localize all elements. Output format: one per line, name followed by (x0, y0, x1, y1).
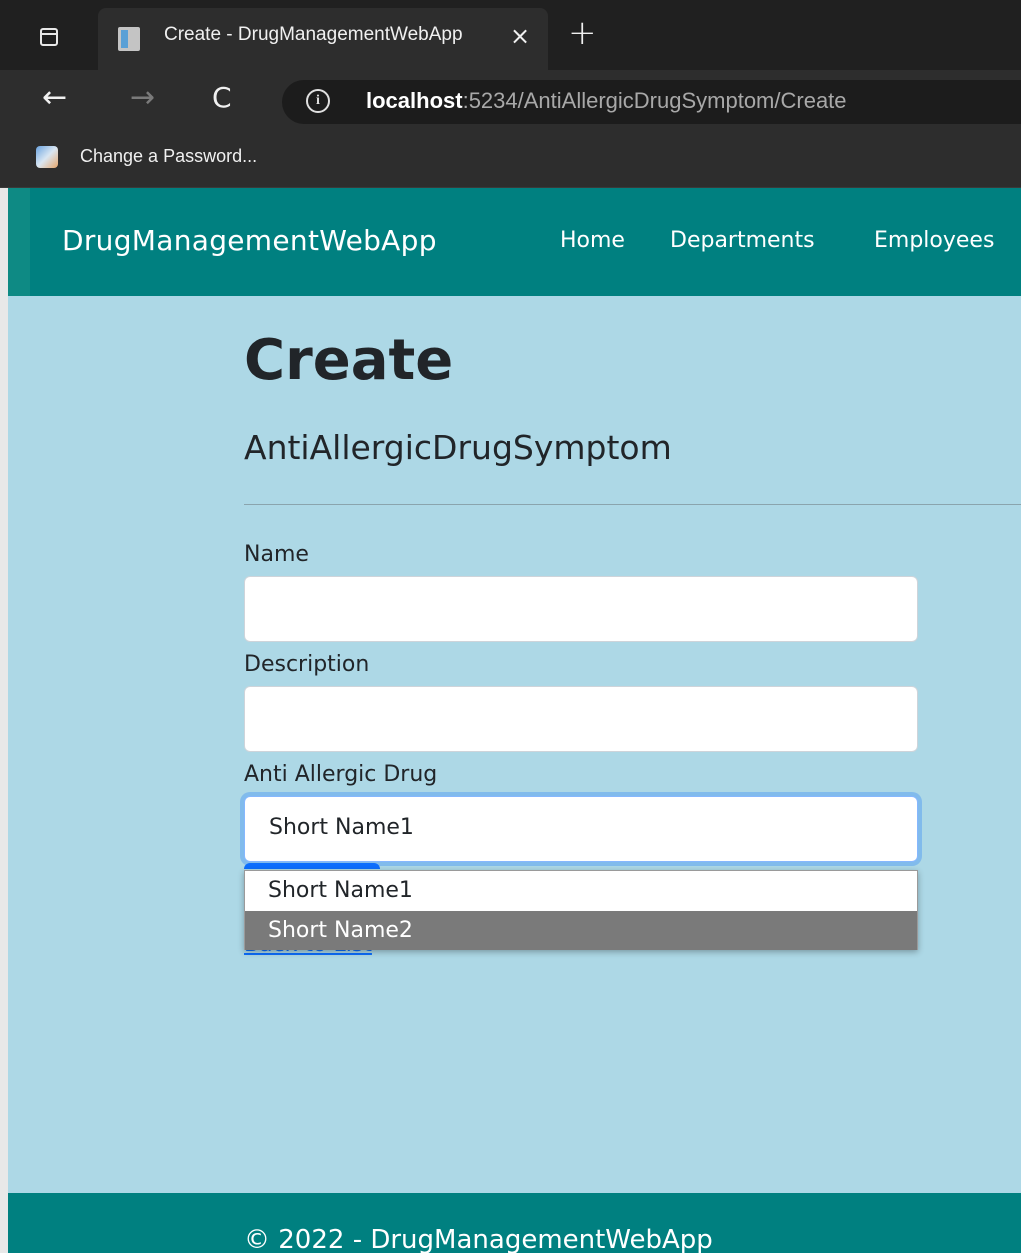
plus-icon[interactable]: + (568, 16, 597, 50)
info-icon[interactable]: i (306, 89, 330, 113)
site-footer: © 2022 - DrugManagementWebApp (8, 1193, 1021, 1253)
nav-departments[interactable]: Departments (670, 228, 815, 253)
url-path: :5234/AntiAllergicDrugSymptom/Create (462, 88, 847, 113)
select-dropdown-list: Short Name1 Short Name2 (244, 870, 918, 950)
tab-title: Create - DrugManagementWebApp (164, 24, 504, 46)
url-host: localhost (366, 88, 463, 113)
bookmarks-bar: Change a Password... (0, 130, 1021, 188)
name-input[interactable] (244, 576, 918, 642)
select-option[interactable]: Short Name1 (245, 871, 917, 910)
browser-tab[interactable]: Create - DrugManagementWebApp × (98, 8, 548, 70)
nav-employees[interactable]: Employees (874, 228, 994, 253)
anti-allergic-drug-label: Anti Allergic Drug (244, 762, 438, 787)
page-body: DrugManagementWebApp Home Departments Em… (0, 188, 1021, 1253)
site-header: DrugManagementWebApp Home Departments Em… (8, 188, 1021, 296)
description-input[interactable] (244, 686, 918, 752)
divider (244, 504, 1021, 505)
address-bar[interactable]: i localhost:5234/AntiAllergicDrugSymptom… (282, 80, 1021, 124)
bookmark-favicon-icon (36, 146, 58, 168)
page-favicon-icon (118, 27, 140, 51)
footer-copyright: © 2022 - DrugManagementWebApp (244, 1225, 713, 1253)
select-option-highlighted[interactable]: Short Name2 (245, 911, 917, 950)
select-value: Short Name1 (269, 815, 414, 840)
tab-actions-icon[interactable] (40, 28, 58, 46)
bookmark-change-password[interactable]: Change a Password... (80, 146, 257, 167)
nav-home[interactable]: Home (560, 228, 625, 253)
forward-arrow-icon[interactable]: → (130, 80, 155, 116)
close-icon[interactable]: × (510, 22, 530, 50)
reload-icon[interactable]: C (212, 80, 232, 116)
page-subtitle: AntiAllergicDrugSymptom (244, 428, 672, 467)
description-label: Description (244, 652, 370, 677)
create-button[interactable] (244, 863, 380, 869)
anti-allergic-drug-select[interactable]: Short Name1 (244, 796, 918, 862)
brand-link[interactable]: DrugManagementWebApp (62, 224, 437, 257)
name-label: Name (244, 542, 309, 567)
page-title: Create (244, 328, 454, 393)
url-text[interactable]: localhost:5234/AntiAllergicDrugSymptom/C… (366, 88, 847, 114)
back-arrow-icon[interactable]: ← (42, 80, 67, 116)
browser-tab-bar: Create - DrugManagementWebApp × + (0, 0, 1021, 70)
